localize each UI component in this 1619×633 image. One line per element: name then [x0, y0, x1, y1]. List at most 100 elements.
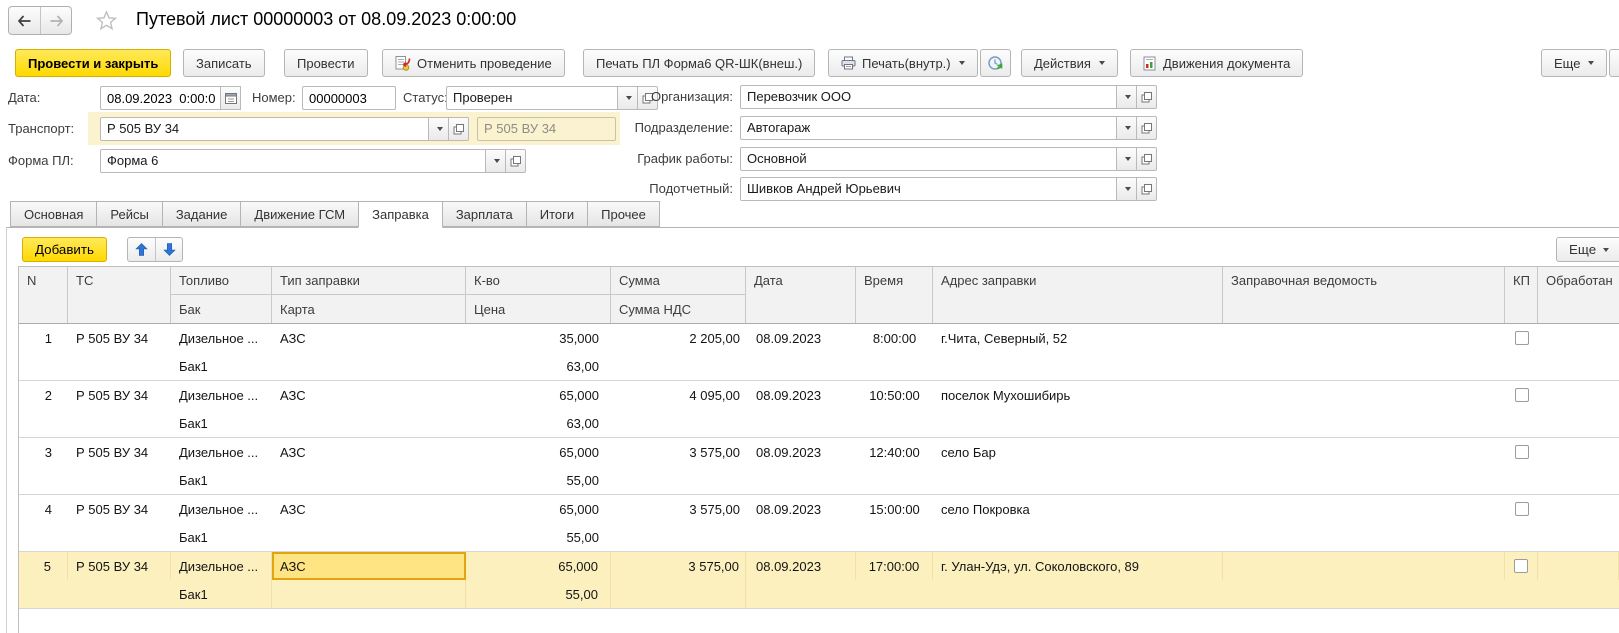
cell-vehicle[interactable]: Р 505 ВУ 34 — [68, 381, 171, 409]
cell-fuel[interactable]: Дизельное ... — [171, 552, 272, 580]
cell-price[interactable]: 63,00 — [466, 352, 611, 380]
cell-refuel-type[interactable]: АЗС — [272, 324, 466, 352]
kp-checkbox[interactable] — [1514, 559, 1528, 573]
organization-dropdown-button[interactable] — [1116, 85, 1137, 109]
cell-sheet[interactable] — [1223, 495, 1505, 523]
table-row[interactable]: 4 Р 505 ВУ 34 Дизельное ... АЗС 65,000 3… — [19, 495, 1619, 552]
add-row-button[interactable]: Добавить — [22, 237, 107, 262]
transport-open-button[interactable] — [448, 117, 469, 141]
cell-vehicle[interactable]: Р 505 ВУ 34 — [68, 552, 171, 580]
cell-sum[interactable]: 2 205,00 — [611, 324, 746, 352]
grid-more-button[interactable]: Еще — [1556, 237, 1619, 262]
cell-vehicle[interactable]: Р 505 ВУ 34 — [68, 324, 171, 352]
accountable-combo[interactable]: Шивков Андрей Юрьевич — [740, 177, 1157, 201]
table-row[interactable]: 5 Р 505 ВУ 34 Дизельное ... АЗС 65,000 3… — [19, 552, 1619, 609]
kp-checkbox[interactable] — [1515, 331, 1529, 345]
transport-combo[interactable]: Р 505 ВУ 34 — [100, 117, 469, 141]
cell-card[interactable] — [272, 466, 466, 494]
write-button[interactable]: Записать — [183, 49, 265, 77]
cell-refuel-type[interactable]: АЗС — [272, 438, 466, 466]
tab-zadanie[interactable]: Задание — [162, 201, 242, 227]
kp-checkbox[interactable] — [1515, 388, 1529, 402]
tab-zapravka[interactable]: Заправка — [358, 201, 443, 228]
cell-tank[interactable]: Бак1 — [171, 409, 272, 437]
undo-posting-button[interactable]: Отменить проведение — [382, 49, 565, 77]
cell-vat[interactable] — [611, 409, 746, 437]
table-row[interactable]: 2 Р 505 ВУ 34 Дизельное ... АЗС 65,000 4… — [19, 381, 1619, 438]
accountable-dropdown-button[interactable] — [1116, 177, 1137, 201]
cell-sheet[interactable] — [1223, 324, 1505, 352]
document-movements-button[interactable]: Движения документа — [1130, 49, 1303, 77]
work-schedule-combo[interactable]: Основной — [740, 147, 1157, 171]
cell-sheet[interactable] — [1223, 438, 1505, 466]
cell-card[interactable] — [272, 523, 466, 551]
cell-refuel-type[interactable]: АЗС — [272, 381, 466, 409]
table-row[interactable]: 3 Р 505 ВУ 34 Дизельное ... АЗС 65,000 3… — [19, 438, 1619, 495]
cell-processed[interactable] — [1538, 495, 1619, 523]
accountable-open-button[interactable] — [1136, 177, 1157, 201]
pl-form-value[interactable]: Форма 6 — [100, 149, 486, 173]
transport-dropdown-button[interactable] — [428, 117, 449, 141]
cell-price[interactable]: 55,00 — [466, 523, 611, 551]
cell-tank[interactable]: Бак1 — [171, 580, 272, 608]
work-schedule-value[interactable]: Основной — [740, 147, 1117, 171]
cell-qty[interactable]: 65,000 — [466, 381, 611, 409]
cell-qty[interactable]: 65,000 — [466, 438, 611, 466]
cell-card[interactable] — [272, 409, 466, 437]
cell-fuel[interactable]: Дизельное ... — [171, 324, 272, 352]
cell-date[interactable]: 08.09.2023 — [746, 381, 856, 409]
status-value[interactable]: Проверен — [446, 86, 618, 110]
pl-form-open-button[interactable] — [505, 149, 526, 173]
cell-vat[interactable] — [611, 580, 746, 608]
post-and-close-button[interactable]: Провести и закрыть — [15, 49, 171, 77]
pl-form-combo[interactable]: Форма 6 — [100, 149, 526, 173]
cell-time[interactable]: 10:50:00 — [856, 381, 933, 409]
cell-time[interactable]: 15:00:00 — [856, 495, 933, 523]
cell-processed[interactable] — [1538, 381, 1619, 409]
cell-price[interactable]: 55,00 — [466, 466, 611, 494]
cell-vehicle[interactable]: Р 505 ВУ 34 — [68, 438, 171, 466]
cell-processed[interactable] — [1538, 438, 1619, 466]
number-input[interactable] — [302, 86, 396, 110]
tab-prochee[interactable]: Прочее — [587, 201, 660, 227]
toolbar-more-button[interactable]: Еще — [1541, 49, 1607, 77]
cell-qty[interactable]: 65,000 — [466, 495, 611, 523]
cell-time[interactable]: 12:40:00 — [856, 438, 933, 466]
cell-sum[interactable]: 3 575,00 — [611, 552, 746, 580]
post-button[interactable]: Провести — [284, 49, 368, 77]
work-schedule-dropdown-button[interactable] — [1116, 147, 1137, 171]
table-row[interactable]: 1 Р 505 ВУ 34 Дизельное ... АЗС 35,000 2… — [19, 324, 1619, 381]
cell-date[interactable]: 08.09.2023 — [746, 495, 856, 523]
cell-sum[interactable]: 3 575,00 — [611, 495, 746, 523]
cell-address[interactable]: село Бар — [933, 438, 1223, 466]
department-value[interactable]: Автогараж — [740, 116, 1117, 140]
calendar-button[interactable] — [220, 86, 241, 110]
cell-fuel[interactable]: Дизельное ... — [171, 438, 272, 466]
cell-qty[interactable]: 65,000 — [466, 552, 611, 580]
print-pl-external-button[interactable]: Печать ПЛ Форма6 QR-ШК(внеш.) — [583, 49, 815, 77]
cell-address[interactable]: поселок Мухошибирь — [933, 381, 1223, 409]
cell-sheet[interactable] — [1223, 381, 1505, 409]
cell-card[interactable] — [272, 352, 466, 380]
organization-open-button[interactable] — [1136, 85, 1157, 109]
department-dropdown-button[interactable] — [1116, 116, 1137, 140]
cell-address[interactable]: г.Чита, Северный, 52 — [933, 324, 1223, 352]
forward-button[interactable] — [40, 7, 71, 34]
accountable-value[interactable]: Шивков Андрей Юрьевич — [740, 177, 1117, 201]
cell-address[interactable]: г. Улан-Удэ, ул. Соколовского, 89 — [933, 552, 1223, 580]
work-schedule-open-button[interactable] — [1136, 147, 1157, 171]
tab-dvizhenie-gsm[interactable]: Движение ГСМ — [240, 201, 359, 227]
cell-date[interactable]: 08.09.2023 — [746, 324, 856, 352]
cell-qty[interactable]: 35,000 — [466, 324, 611, 352]
department-open-button[interactable] — [1136, 116, 1157, 140]
date-input[interactable] — [100, 86, 222, 110]
cell-price[interactable]: 55,00 — [466, 580, 611, 608]
cell-vat[interactable] — [611, 523, 746, 551]
toolbar-clipped-button[interactable] — [1609, 49, 1619, 77]
organization-value[interactable]: Перевозчик ООО — [740, 85, 1117, 109]
cell-tank[interactable]: Бак1 — [171, 466, 272, 494]
cell-tank[interactable]: Бак1 — [171, 352, 272, 380]
transport-value[interactable]: Р 505 ВУ 34 — [100, 117, 429, 141]
cell-tank[interactable]: Бак1 — [171, 523, 272, 551]
cell-time[interactable]: 17:00:00 — [856, 552, 933, 580]
